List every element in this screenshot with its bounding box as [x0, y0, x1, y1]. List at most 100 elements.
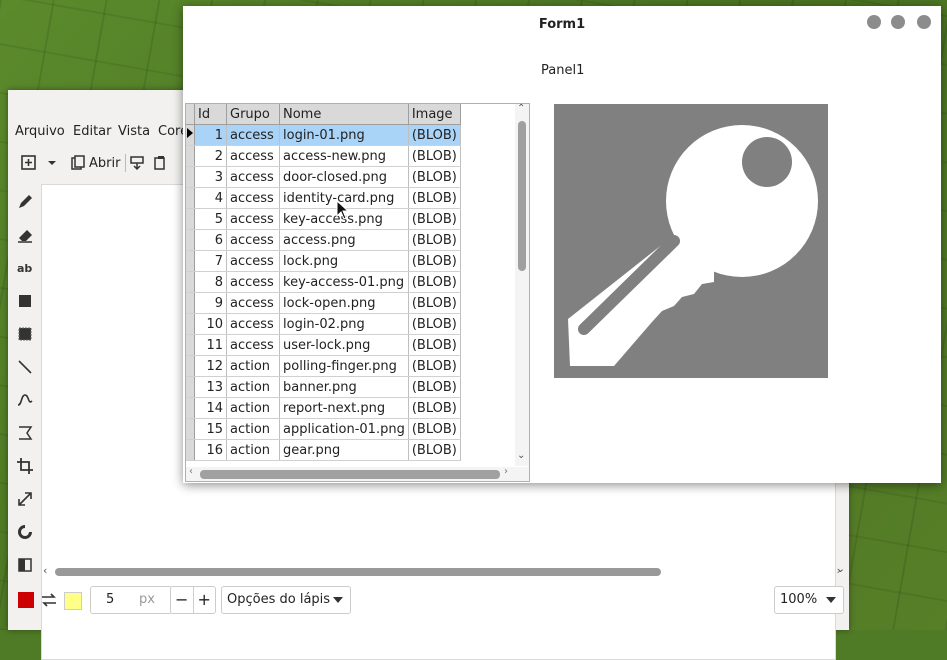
scrollbar-thumb[interactable] — [55, 568, 661, 576]
cell-id[interactable]: 16 — [194, 439, 227, 461]
cell-image[interactable]: (BLOB) — [408, 292, 461, 314]
cell-grupo[interactable]: access — [226, 271, 280, 293]
data-grid[interactable]: Id Grupo Nome Image 1 access login-01.png(… — [185, 103, 530, 482]
cell-id[interactable]: 4 — [194, 187, 227, 209]
brush-size-field[interactable]: 5 px — [90, 586, 172, 614]
cell-image[interactable]: (BLOB) — [408, 355, 461, 377]
table-row[interactable]: 9 access lock-open.png (BLOB) — [186, 292, 461, 314]
cell-id[interactable]: 12 — [194, 355, 227, 377]
cell-nome[interactable]: report-next.png — [279, 397, 409, 419]
cell-nome[interactable]: access.png — [279, 229, 409, 251]
minimize-button[interactable] — [867, 15, 881, 29]
cell-id[interactable]: 5 — [194, 208, 227, 230]
cell-nome[interactable]: application-01.png — [279, 418, 409, 440]
cell-nome[interactable]: user-lock.png — [279, 334, 409, 356]
scroll-down-icon[interactable]: ⌄ — [836, 562, 845, 575]
pencil-icon[interactable] — [16, 193, 34, 211]
cell-id[interactable]: 9 — [194, 292, 227, 314]
zoom-dropdown[interactable]: 100% — [774, 586, 844, 614]
cell-grupo[interactable]: action — [226, 397, 280, 419]
cell-id[interactable]: 13 — [194, 376, 227, 398]
column-header-image[interactable]: Image — [408, 104, 461, 125]
cell-nome[interactable]: login-01.png — [279, 124, 409, 146]
table-row[interactable]: 8 access key-access-01.png (BLOB) — [186, 271, 461, 293]
pencil-options-dropdown[interactable]: Opções do lápis — [221, 586, 351, 614]
cell-image[interactable]: (BLOB) — [408, 376, 461, 398]
table-row[interactable]: 4 access identity-card.png (BLOB) — [186, 187, 461, 209]
column-header-grupo[interactable]: Grupo — [226, 104, 280, 125]
scroll-left-icon[interactable]: ‹ — [189, 466, 193, 477]
cell-id[interactable]: 14 — [194, 397, 227, 419]
scroll-down-icon[interactable]: ⌄ — [517, 450, 525, 461]
scroll-up-icon[interactable]: ⌃ — [517, 104, 525, 114]
table-row[interactable]: 10 access login-02.png (BLOB) — [186, 313, 461, 335]
cell-id[interactable]: 10 — [194, 313, 227, 335]
cell-id[interactable]: 15 — [194, 418, 227, 440]
resize-icon[interactable] — [16, 490, 34, 508]
cell-image[interactable]: (BLOB) — [408, 439, 461, 461]
menu-editar[interactable]: Editar — [73, 124, 112, 139]
cell-grupo[interactable]: access — [226, 229, 280, 251]
cell-nome[interactable]: polling-finger.png — [279, 355, 409, 377]
cell-image[interactable]: (BLOB) — [408, 250, 461, 272]
table-row[interactable]: 15 action application-01.png (BLOB) — [186, 418, 461, 440]
cell-nome[interactable]: key-access-01.png — [279, 271, 409, 293]
menu-arquivo[interactable]: Arquivo — [15, 124, 65, 139]
scroll-left-icon[interactable]: ‹ — [43, 564, 47, 577]
new-image-dropdown[interactable] — [46, 152, 58, 174]
cell-grupo[interactable]: action — [226, 355, 280, 377]
cell-image[interactable]: (BLOB) — [408, 145, 461, 167]
open-button[interactable]: Abrir — [70, 152, 120, 174]
swap-colors-icon[interactable] — [40, 591, 58, 609]
rectangle-fill-icon[interactable] — [16, 325, 34, 343]
table-row[interactable]: 12 action polling-finger.png (BLOB) — [186, 355, 461, 377]
filters-icon[interactable] — [16, 556, 34, 574]
secondary-color-swatch[interactable] — [64, 592, 82, 610]
new-image-button[interactable] — [20, 152, 38, 174]
cell-id[interactable]: 3 — [194, 166, 227, 188]
table-row[interactable]: 7 access lock.png (BLOB) — [186, 250, 461, 272]
cell-image[interactable]: (BLOB) — [408, 229, 461, 251]
cell-id[interactable]: 7 — [194, 250, 227, 272]
cell-grupo[interactable]: access — [226, 292, 280, 314]
cell-image[interactable]: (BLOB) — [408, 187, 461, 209]
table-row[interactable]: 6 access access.png (BLOB) — [186, 229, 461, 251]
table-row[interactable]: 2 access access-new.png (BLOB) — [186, 145, 461, 167]
table-row[interactable]: 13 action banner.png (BLOB) — [186, 376, 461, 398]
table-row[interactable]: 3 access door-closed.png (BLOB) — [186, 166, 461, 188]
table-row[interactable]: 16 action gear.png (BLOB) — [186, 439, 461, 461]
eraser-icon[interactable] — [16, 226, 34, 244]
close-button[interactable] — [917, 15, 931, 29]
crop-icon[interactable] — [16, 457, 34, 475]
cell-id[interactable]: 2 — [194, 145, 227, 167]
cell-id[interactable]: 6 — [194, 229, 227, 251]
column-header-id[interactable]: Id — [194, 104, 227, 125]
table-row[interactable]: 1 access login-01.png (BLOB) — [186, 124, 461, 146]
cell-id[interactable]: 1 — [194, 124, 227, 146]
cell-grupo[interactable]: access — [226, 187, 280, 209]
cell-image[interactable]: (BLOB) — [408, 397, 461, 419]
free-select-icon[interactable] — [16, 424, 34, 442]
canvas-horizontal-scrollbar[interactable]: ‹ › — [41, 564, 849, 578]
grid-vertical-scrollbar[interactable]: ⌃ ⌄ — [515, 104, 529, 466]
cell-image[interactable]: (BLOB) — [408, 334, 461, 356]
cell-nome[interactable]: login-02.png — [279, 313, 409, 335]
cell-nome[interactable]: lock.png — [279, 250, 409, 272]
cell-nome[interactable]: lock-open.png — [279, 292, 409, 314]
decrease-size-button[interactable]: − — [171, 587, 194, 613]
save-button[interactable] — [129, 152, 145, 174]
scrollbar-thumb[interactable] — [518, 121, 526, 271]
cell-nome[interactable]: door-closed.png — [279, 166, 409, 188]
cell-grupo[interactable]: access — [226, 250, 280, 272]
text-tool-icon[interactable]: ab — [16, 259, 34, 277]
maximize-button[interactable] — [891, 15, 905, 29]
copy-button[interactable] — [152, 152, 168, 174]
cell-image[interactable]: (BLOB) — [408, 271, 461, 293]
cell-grupo[interactable]: action — [226, 439, 280, 461]
rotate-icon[interactable] — [16, 523, 34, 541]
grid-horizontal-scrollbar[interactable]: ‹ › — [186, 466, 529, 481]
cell-grupo[interactable]: access — [226, 334, 280, 356]
rectangle-icon[interactable] — [16, 292, 34, 310]
table-row[interactable]: 11 access user-lock.png (BLOB) — [186, 334, 461, 356]
cell-grupo[interactable]: access — [226, 166, 280, 188]
